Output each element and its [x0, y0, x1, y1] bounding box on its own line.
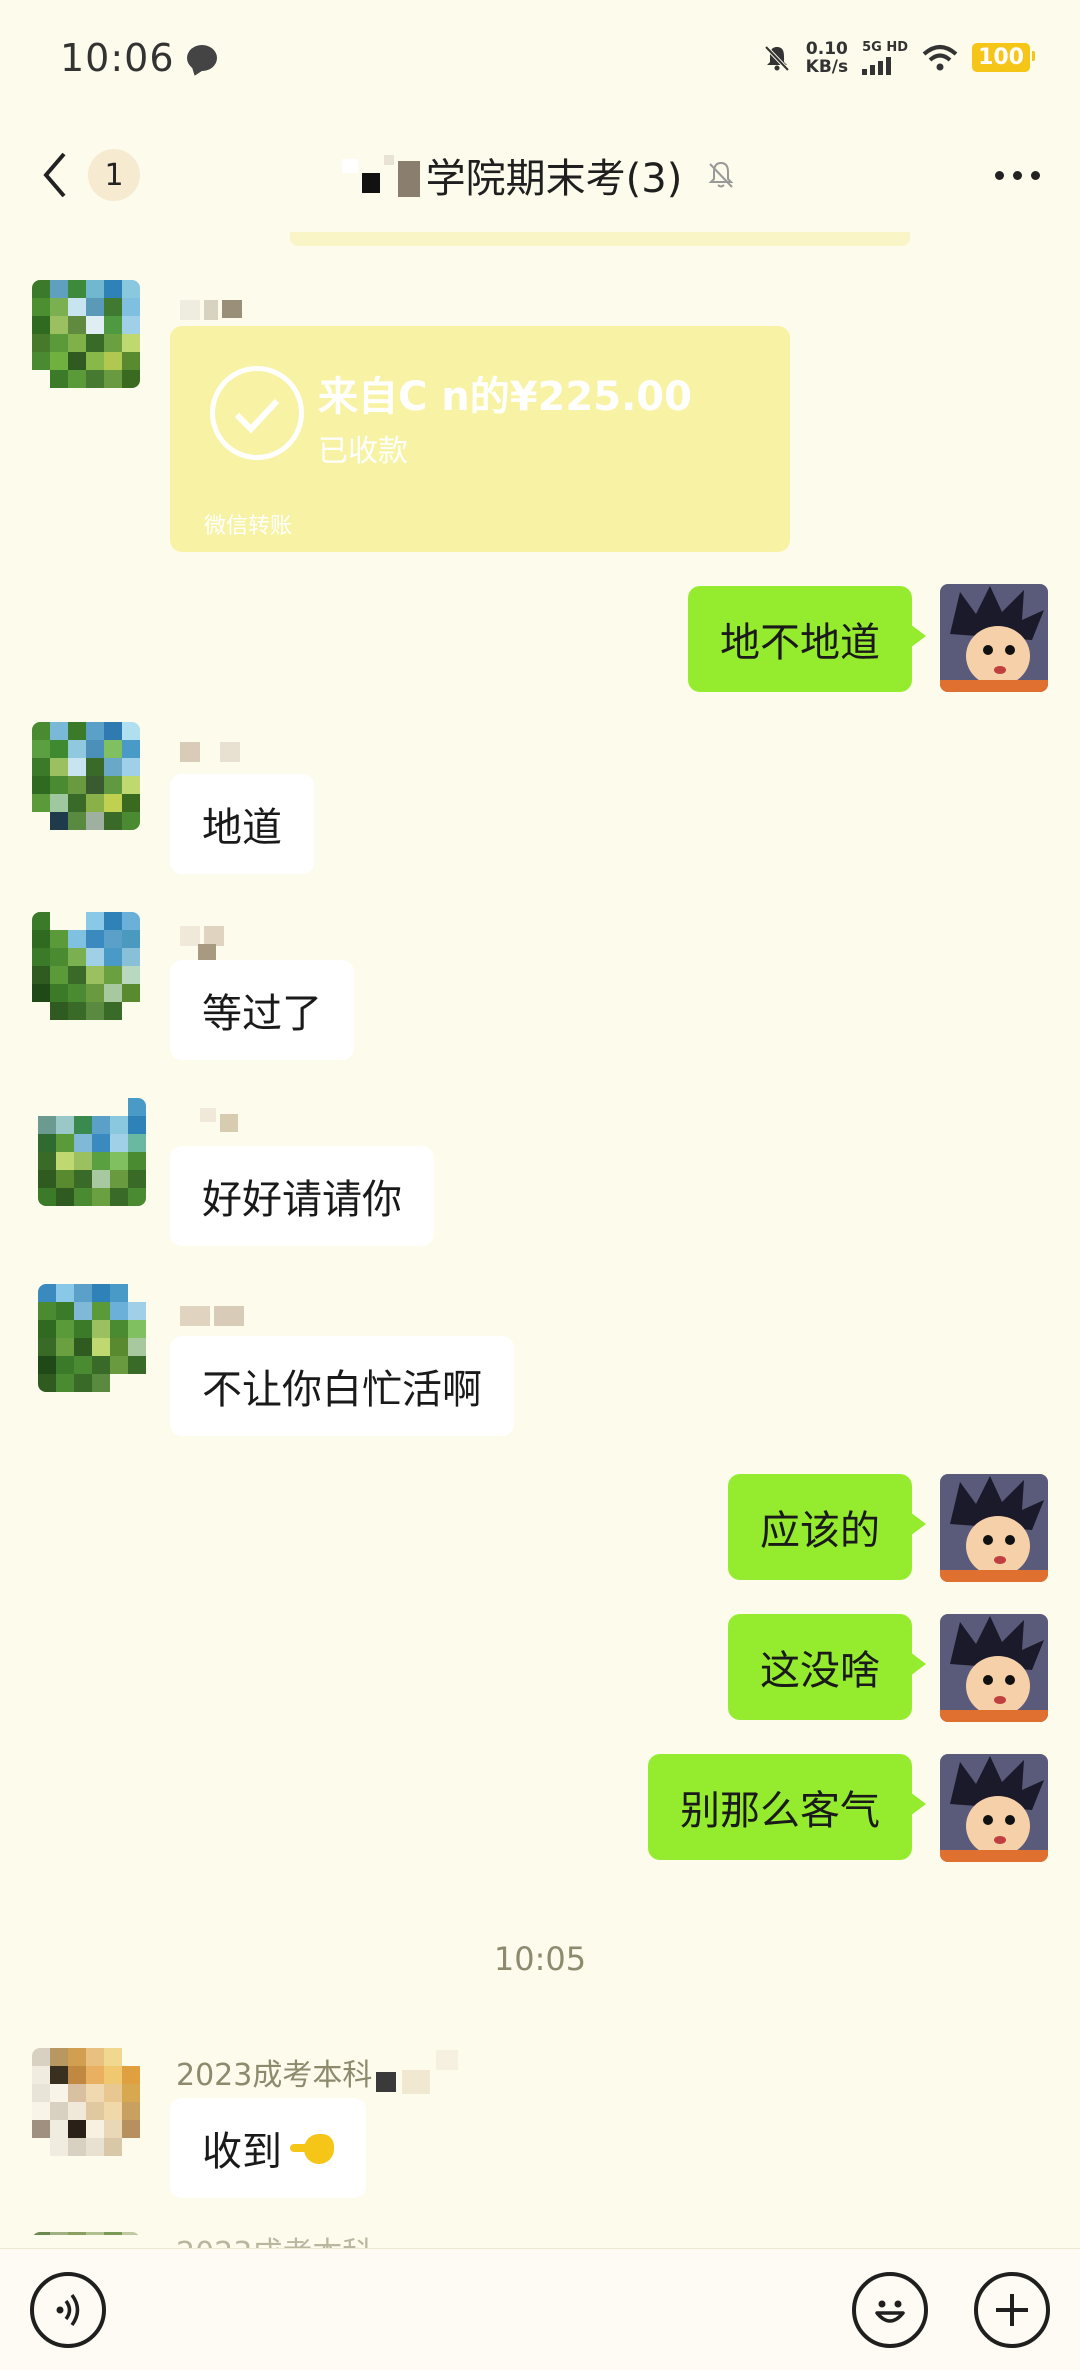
bell-off-icon	[764, 45, 790, 71]
redacted-title-prefix	[341, 153, 420, 197]
network-type-label: 5G HD	[862, 39, 909, 55]
transfer-card[interactable]: 来自C n的¥225.00 已收款 微信转账	[170, 326, 790, 552]
redacted-sender-name	[180, 1306, 244, 1326]
cellular-signal: 5G HD	[862, 39, 909, 75]
transfer-status: 已收款	[318, 434, 408, 469]
bell-off-icon	[708, 161, 734, 188]
network-speed-value: 0.10	[805, 38, 848, 59]
status-bar: 10:06 0.10 KB/s 5G HD 100	[0, 0, 1080, 115]
sender-nickname: 2023成考本科	[176, 2234, 372, 2248]
message-text: 收到	[202, 2129, 282, 2175]
avatar[interactable]	[32, 912, 140, 1020]
avatar-self[interactable]	[940, 1754, 1048, 1862]
avatar[interactable]	[32, 280, 140, 388]
redacted-nickname-suffix	[376, 2050, 459, 2094]
wifi-icon	[922, 44, 958, 70]
voice-button[interactable]	[30, 2271, 106, 2348]
message-bubble-outgoing[interactable]: 别那么客气	[648, 1754, 926, 1860]
voice-icon	[56, 2293, 80, 2326]
message-bubble-outgoing[interactable]: 地不地道	[688, 586, 926, 692]
message-bubble-outgoing[interactable]: 应该的	[728, 1474, 926, 1580]
input-bar	[0, 2248, 1080, 2370]
avatar-self[interactable]	[940, 1614, 1048, 1722]
message-bubble-incoming[interactable]: 不让你白忙活啊	[170, 1336, 514, 1436]
network-speed-unit: KB/s	[805, 56, 849, 77]
redacted-sender-name	[180, 742, 240, 762]
chat-header: 1 学院期末考(3)	[0, 115, 1080, 235]
sender-nickname-row: 2023成考本科	[176, 2050, 459, 2094]
more-dots-icon	[995, 170, 1004, 180]
title-area: 学院期末考(3)	[0, 115, 1080, 235]
more-options-button[interactable]	[985, 161, 1050, 190]
redacted-sender-name	[200, 1108, 238, 1132]
emoji-icon	[875, 2300, 905, 2323]
emoji-button[interactable]	[852, 2271, 928, 2348]
sender-nickname: 2023成考本科	[176, 2058, 373, 2093]
back-button[interactable]	[30, 145, 80, 205]
avatar[interactable]	[38, 1284, 146, 1392]
check-circle-icon	[210, 366, 304, 460]
plus-icon	[996, 2293, 1028, 2326]
input-actions	[852, 2271, 1050, 2348]
message-bubble-incoming[interactable]: 地道	[170, 774, 314, 874]
time-divider: 10:05	[493, 1940, 587, 1978]
signal-bars-icon	[862, 55, 892, 75]
status-icons: 0.10 KB/s 5G HD 100	[762, 39, 1035, 76]
message-bubble-incoming[interactable]: 等过了	[170, 960, 354, 1060]
avatar[interactable]	[32, 722, 140, 830]
unread-count-badge[interactable]: 1	[88, 149, 140, 201]
redacted-sender-name	[180, 926, 224, 960]
chat-title[interactable]: 学院期末考(3)	[426, 146, 683, 204]
transfer-footer: 微信转账	[204, 514, 293, 539]
avatar[interactable]	[38, 1098, 146, 1206]
pinned-banner-edge	[290, 232, 910, 246]
transfer-amount: 来自C n的¥225.00	[318, 374, 692, 420]
avatar-self[interactable]	[940, 584, 1048, 692]
pointing-hand-emoji-icon	[290, 2130, 334, 2166]
status-time: 10:06	[60, 35, 175, 80]
message-bubble-outgoing[interactable]: 这没啥	[728, 1614, 926, 1720]
more-functions-button[interactable]	[974, 2271, 1050, 2348]
chevron-left-icon	[43, 152, 66, 198]
network-speed: 0.10 KB/s	[806, 40, 848, 76]
avatar-self[interactable]	[940, 1474, 1048, 1582]
battery-indicator: 100	[972, 43, 1035, 72]
redacted-sender-name	[180, 300, 242, 320]
avatar[interactable]	[32, 2048, 140, 2156]
message-bubble-incoming[interactable]: 收到	[170, 2098, 366, 2198]
message-bubble-incoming[interactable]: 好好请请你	[170, 1146, 434, 1246]
message-notification-icon	[186, 44, 217, 71]
